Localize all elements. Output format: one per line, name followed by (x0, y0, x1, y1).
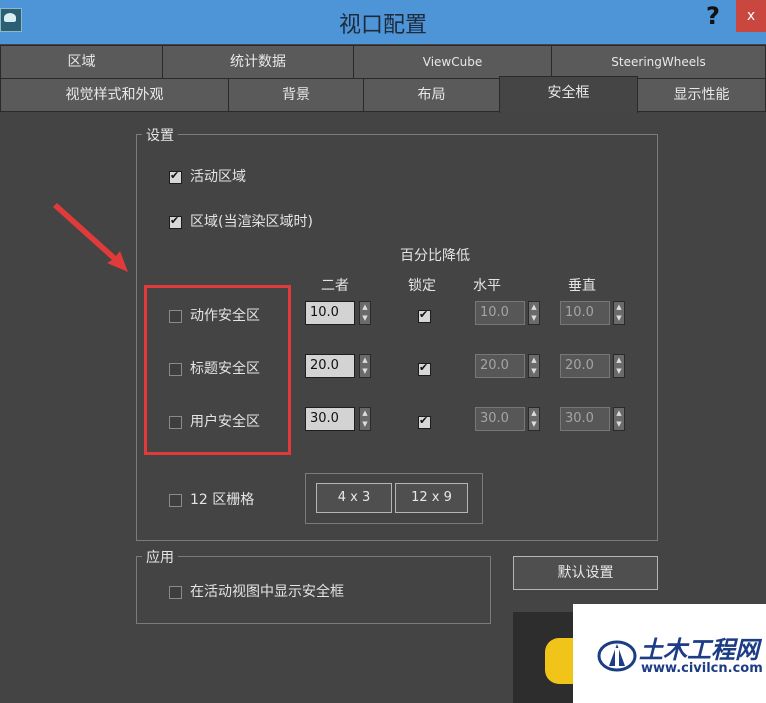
grid-4x3-button[interactable]: 4 x 3 (316, 483, 392, 513)
grid12-checkbox[interactable] (169, 494, 182, 507)
grid-12x9-button[interactable]: 12 x 9 (395, 483, 468, 513)
badge-icon (513, 612, 575, 703)
watermark-logo-icon (597, 640, 637, 672)
show-in-active-label: 在活动视图中显示安全框 (190, 584, 344, 600)
default-settings-button[interactable]: 默认设置 (513, 556, 658, 590)
grid12-label: 12 区栅格 (190, 492, 255, 508)
show-in-active-checkbox[interactable] (169, 586, 182, 599)
watermark-title: 土木工程网 (639, 636, 759, 664)
watermark: 土木工程网 www.civilcn.com (573, 604, 766, 703)
watermark-url: www.civilcn.com (641, 661, 763, 676)
apply-legend: 应用 (142, 547, 178, 567)
